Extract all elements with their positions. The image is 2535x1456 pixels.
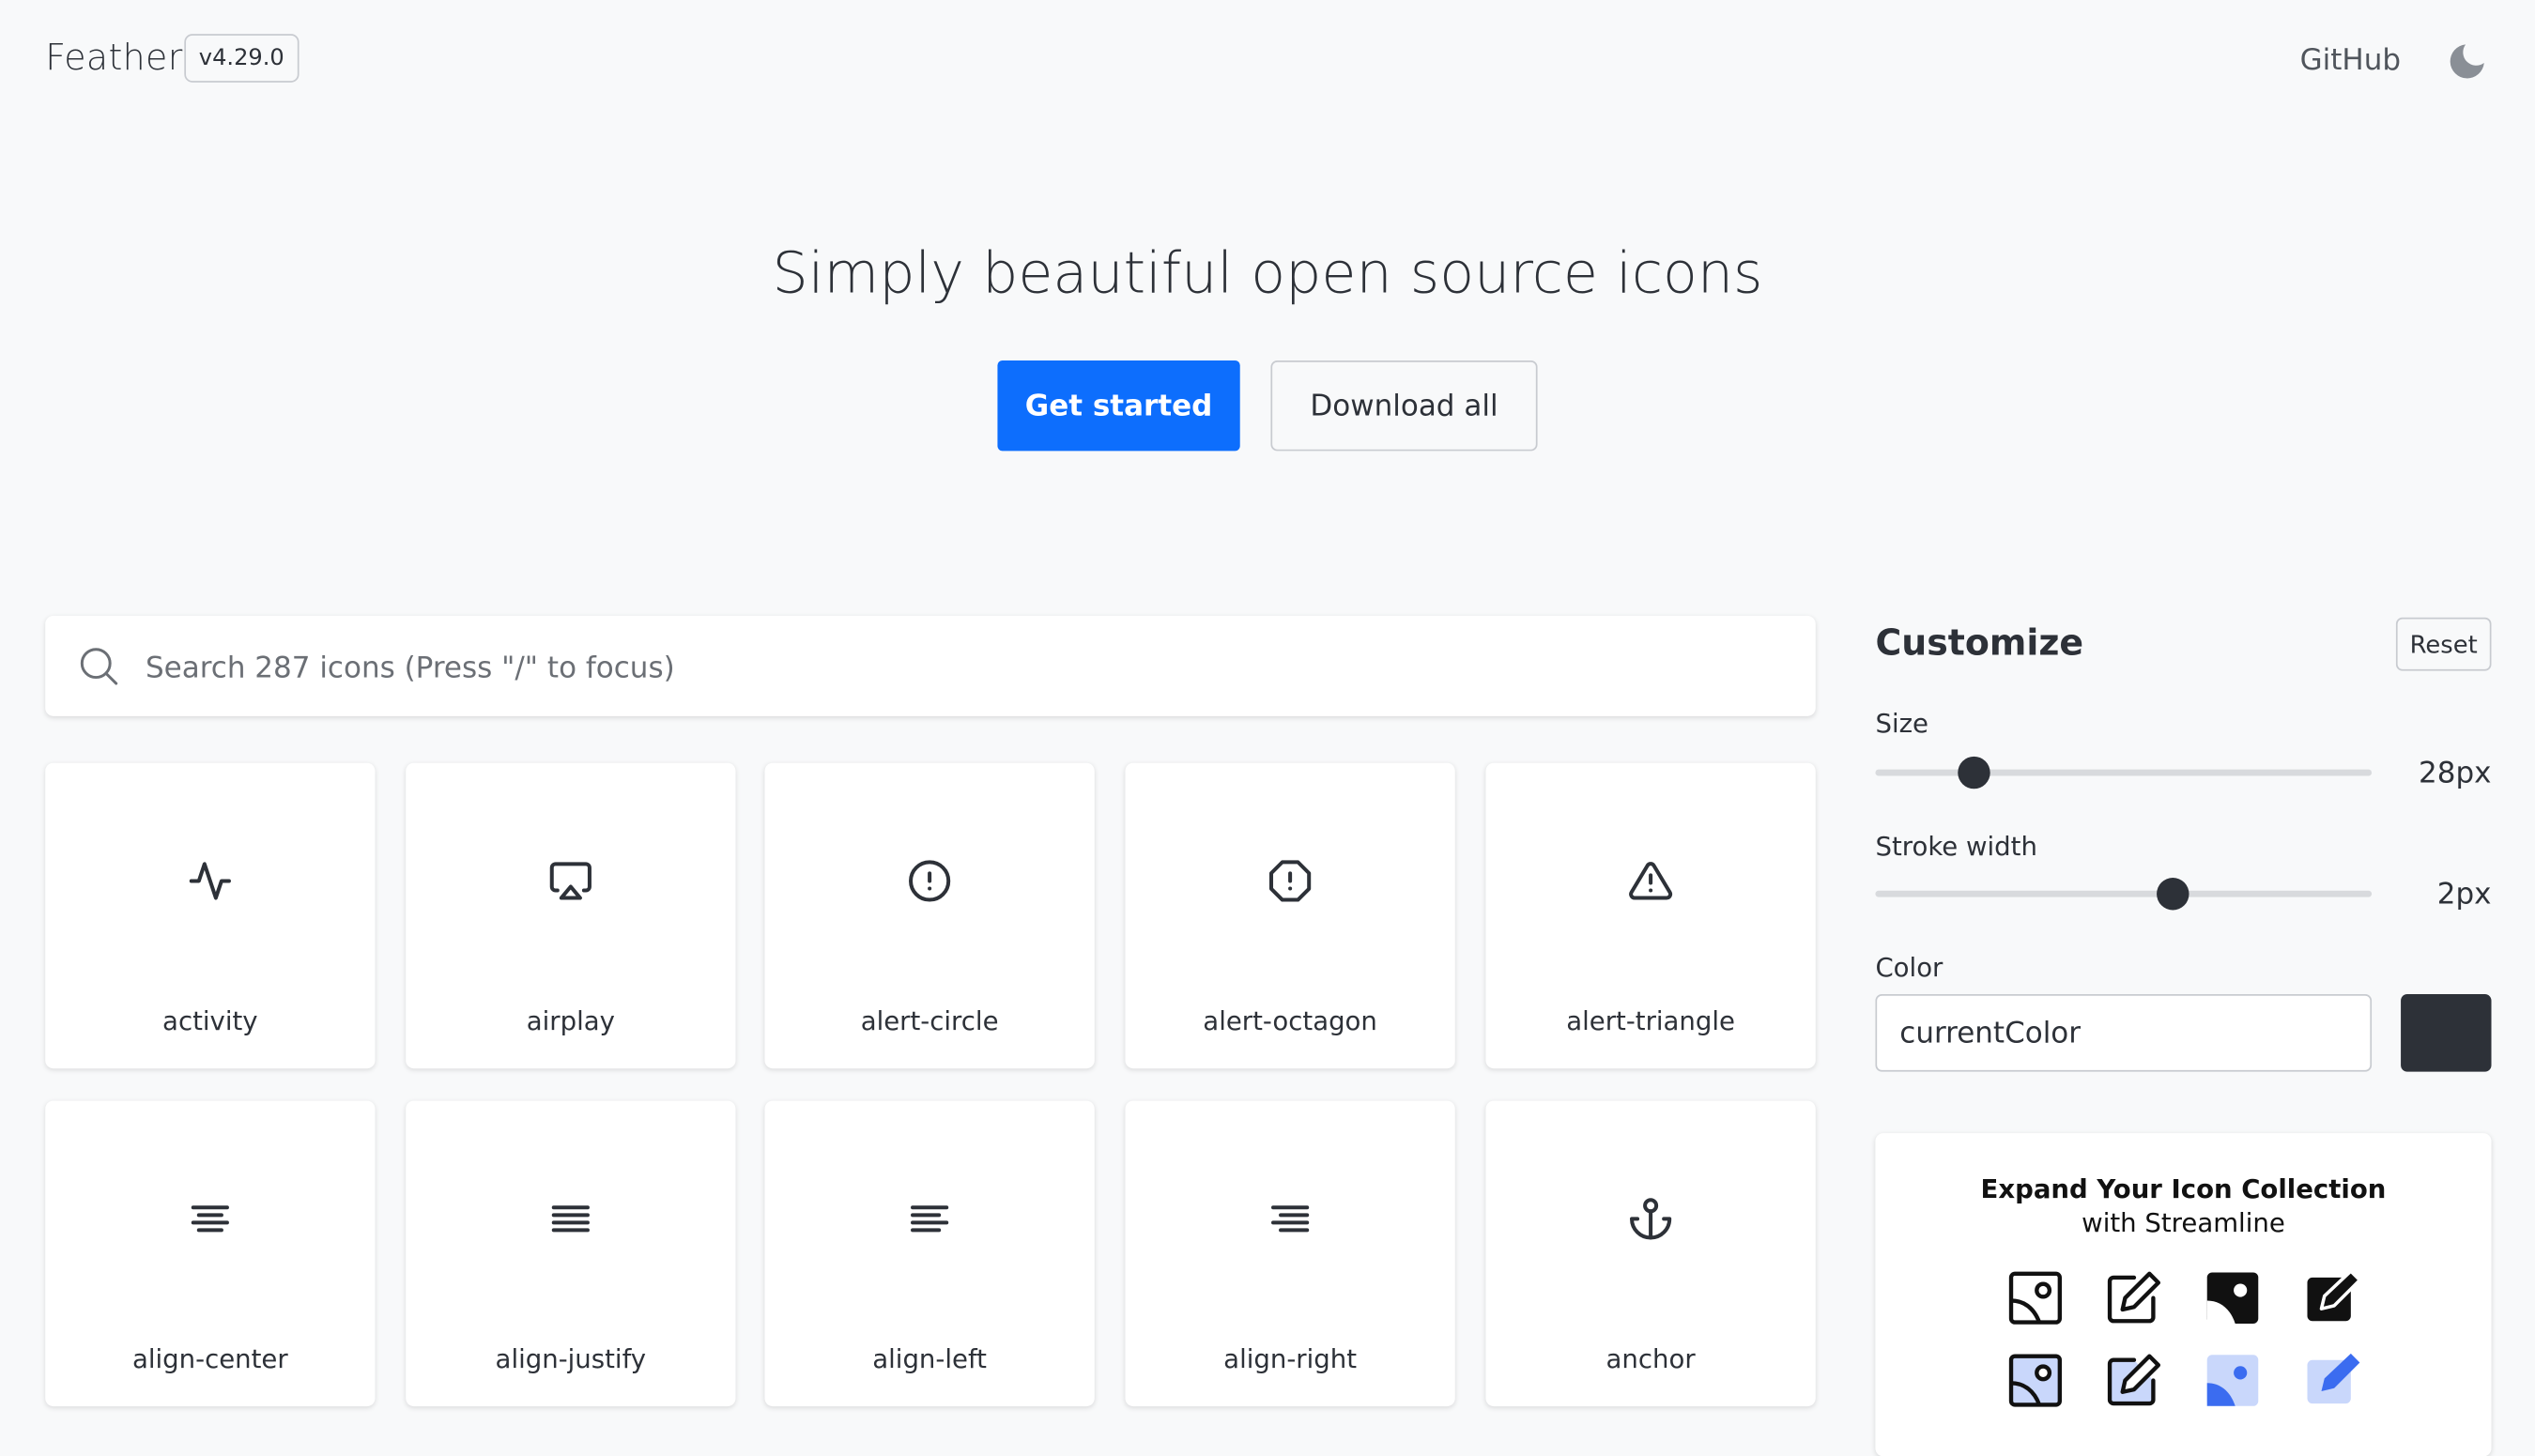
brand-name[interactable]: Feather — [45, 38, 182, 79]
icon-card-alert-circle[interactable]: alert-circle — [764, 762, 1095, 1069]
search-input[interactable] — [142, 616, 1766, 720]
icon-card-label: alert-octagon — [1203, 1005, 1377, 1036]
edit-solid-icon — [2302, 1267, 2363, 1328]
stroke-width-label: Stroke width — [1875, 831, 2037, 862]
reset-button[interactable]: Reset — [2395, 617, 2492, 671]
stroke-slider-track — [1875, 890, 2373, 897]
moon-icon[interactable] — [2445, 38, 2490, 84]
streamline-promo[interactable]: Expand Your Icon Collection with Streaml… — [1875, 1133, 2492, 1456]
get-started-button[interactable]: Get started — [997, 360, 1240, 452]
align-justify-icon — [548, 1196, 593, 1241]
alert-circle-icon — [907, 858, 952, 903]
image-flat-blue-icon — [2202, 1350, 2263, 1411]
stroke-width-value: 2px — [2436, 878, 2492, 912]
edit-duotone-icon — [2103, 1350, 2164, 1411]
anchor-icon — [1628, 1196, 1673, 1241]
icon-card-label: align-left — [872, 1342, 987, 1374]
size-value: 28px — [2419, 756, 2492, 791]
edit-flat-blue-icon — [2302, 1350, 2363, 1411]
search-bar — [45, 616, 1816, 720]
image-duotone-icon — [2005, 1350, 2066, 1411]
size-slider-track — [1875, 769, 2373, 776]
icon-card-alert-octagon[interactable]: alert-octagon — [1125, 762, 1455, 1069]
edit-outline-icon — [2103, 1267, 2164, 1328]
size-slider[interactable] — [1875, 756, 2373, 789]
icon-card-label: align-justify — [495, 1342, 647, 1374]
github-link[interactable]: GitHub — [2300, 43, 2401, 77]
size-slider-thumb[interactable] — [1958, 756, 1991, 789]
image-solid-icon — [2202, 1267, 2263, 1328]
icon-card-align-left[interactable]: align-left — [764, 1100, 1095, 1407]
icon-card-label: align-right — [1223, 1342, 1358, 1374]
size-label: Size — [1875, 708, 1929, 739]
search-icon — [78, 645, 120, 687]
customize-title: Customize — [1875, 623, 2084, 665]
align-right-icon — [1268, 1196, 1313, 1241]
icon-card-label: alert-triangle — [1566, 1005, 1735, 1036]
hero-actions: Get started Download all — [997, 360, 1563, 452]
promo-title: Expand Your Icon Collection — [1980, 1173, 2387, 1204]
icon-card-align-center[interactable]: align-center — [45, 1100, 376, 1407]
icon-card-label: alert-circle — [860, 1005, 999, 1036]
icon-card-label: activity — [162, 1005, 258, 1036]
download-all-button[interactable]: Download all — [1270, 360, 1538, 452]
color-label: Color — [1875, 952, 1944, 983]
stroke-slider-thumb[interactable] — [2157, 878, 2189, 911]
color-swatch[interactable] — [2401, 993, 2492, 1072]
top-nav: Feather v4.29.0 GitHub — [45, 32, 2490, 90]
stroke-width-slider[interactable] — [1875, 878, 2373, 911]
icon-card-align-justify[interactable]: align-justify — [406, 1100, 736, 1407]
alert-octagon-icon — [1268, 858, 1313, 903]
page: Feather v4.29.0 GitHub Simply beautiful … — [0, 0, 2535, 1456]
icon-card-activity[interactable]: activity — [45, 762, 376, 1069]
image-outline-icon — [2005, 1267, 2066, 1328]
icon-card-airplay[interactable]: airplay — [406, 762, 736, 1069]
alert-triangle-icon — [1628, 858, 1673, 903]
hero-title: Simply beautiful open source icons — [772, 242, 1763, 308]
activity-icon — [188, 858, 233, 903]
color-input[interactable] — [1875, 993, 2373, 1072]
icon-card-label: align-center — [131, 1342, 288, 1374]
version-badge[interactable]: v4.29.0 — [184, 34, 300, 83]
icon-card-alert-triangle[interactable]: alert-triangle — [1485, 762, 1816, 1069]
icon-card-label: airplay — [526, 1005, 615, 1036]
align-center-icon — [188, 1196, 233, 1241]
icon-card-align-right[interactable]: align-right — [1125, 1100, 1455, 1407]
airplay-icon — [548, 858, 593, 903]
icon-card-label: anchor — [1606, 1342, 1696, 1374]
align-left-icon — [907, 1196, 952, 1241]
icon-card-anchor[interactable]: anchor — [1485, 1100, 1816, 1407]
promo-subtitle: with Streamline — [2082, 1207, 2285, 1239]
